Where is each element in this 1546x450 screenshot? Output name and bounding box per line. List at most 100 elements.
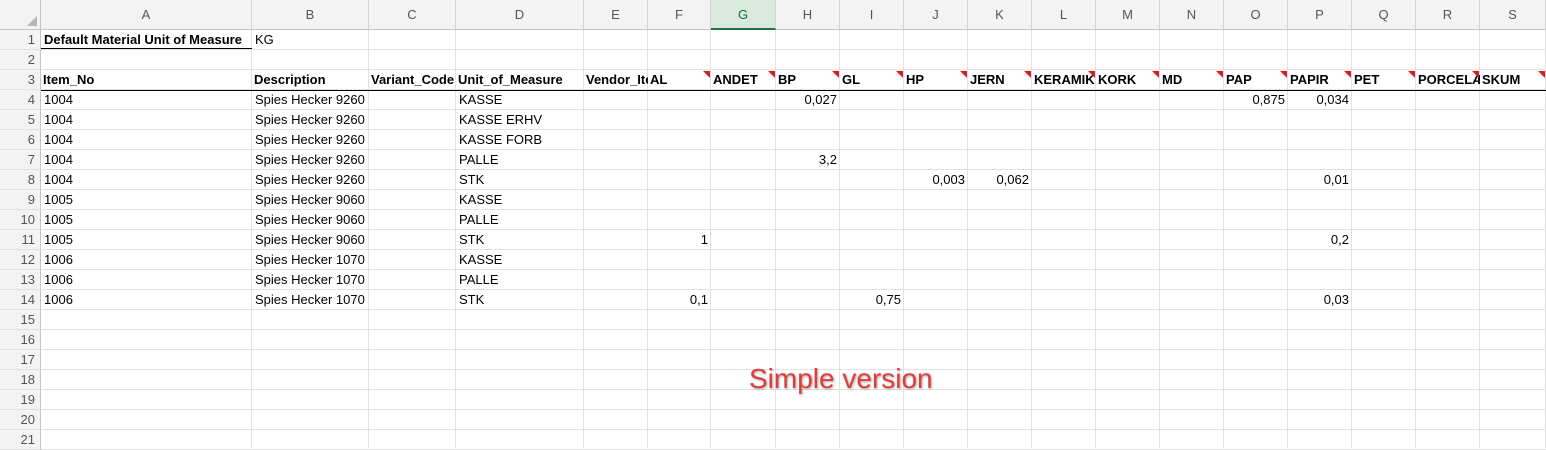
column-header-c[interactable]: C — [369, 0, 456, 30]
description-cell[interactable]: Spies Hecker 1070 — [252, 250, 369, 270]
column-header-d[interactable]: D — [456, 0, 584, 30]
header-cell-md[interactable]: MD — [1160, 70, 1224, 90]
header-cell-al[interactable]: AL — [648, 70, 711, 90]
item-no-cell[interactable]: 1006 — [41, 290, 252, 310]
header-cell-gl[interactable]: GL — [840, 70, 904, 90]
column-header-g[interactable]: G — [711, 0, 776, 30]
column-header-h[interactable]: H — [776, 0, 840, 30]
value-cell-papir[interactable]: 0,03 — [1288, 290, 1352, 310]
row-header-20[interactable]: 20 — [0, 410, 41, 430]
unit-of-measure-cell[interactable]: PALLE — [456, 210, 584, 230]
row-header-2[interactable]: 2 — [0, 50, 41, 70]
row-header-15[interactable]: 15 — [0, 310, 41, 330]
header-cell-pap[interactable]: PAP — [1224, 70, 1288, 90]
row-header-13[interactable]: 13 — [0, 270, 41, 290]
item-no-cell[interactable]: 1006 — [41, 270, 252, 290]
value-cell-jern[interactable]: 0,062 — [968, 170, 1032, 190]
row-header-17[interactable]: 17 — [0, 350, 41, 370]
value-cell-bp[interactable]: 3,2 — [776, 150, 840, 170]
header-cell-description[interactable]: Description — [252, 70, 369, 90]
description-cell[interactable]: Spies Hecker 9260 — [252, 150, 369, 170]
column-header-a[interactable]: A — [41, 0, 252, 30]
description-cell[interactable]: Spies Hecker 1070 — [252, 290, 369, 310]
item-no-cell[interactable]: 1004 — [41, 150, 252, 170]
item-no-cell[interactable]: 1004 — [41, 130, 252, 150]
row-header-14[interactable]: 14 — [0, 290, 41, 310]
unit-of-measure-cell[interactable]: KASSE — [456, 250, 584, 270]
row-header-6[interactable]: 6 — [0, 130, 41, 150]
header-cell-papir[interactable]: PAPIR — [1288, 70, 1352, 90]
unit-of-measure-cell[interactable]: STK — [456, 290, 584, 310]
header-cell-andet[interactable]: ANDET — [711, 70, 776, 90]
unit-of-measure-cell[interactable]: STK — [456, 230, 584, 250]
value-cell-gl[interactable]: 0,75 — [840, 290, 904, 310]
row-header-19[interactable]: 19 — [0, 390, 41, 410]
column-header-l[interactable]: L — [1032, 0, 1096, 30]
value-cell-al[interactable]: 0,1 — [648, 290, 711, 310]
description-cell[interactable]: Spies Hecker 9260 — [252, 110, 369, 130]
value-cell-papir[interactable]: 0,2 — [1288, 230, 1352, 250]
column-header-q[interactable]: Q — [1352, 0, 1416, 30]
row-header-8[interactable]: 8 — [0, 170, 41, 190]
unit-of-measure-cell[interactable]: PALLE — [456, 150, 584, 170]
row-header-7[interactable]: 7 — [0, 150, 41, 170]
item-no-cell[interactable]: 1004 — [41, 170, 252, 190]
row-header-9[interactable]: 9 — [0, 190, 41, 210]
meta-label-cell[interactable]: Default Material Unit of Measure — [41, 30, 252, 50]
row-header-5[interactable]: 5 — [0, 110, 41, 130]
column-header-e[interactable]: E — [584, 0, 648, 30]
column-header-o[interactable]: O — [1224, 0, 1288, 30]
row-header-18[interactable]: 18 — [0, 370, 41, 390]
header-cell-unit-of-measure[interactable]: Unit_of_Measure — [456, 70, 584, 90]
column-header-b[interactable]: B — [252, 0, 369, 30]
value-cell-papir[interactable]: 0,034 — [1288, 90, 1352, 110]
column-header-i[interactable]: I — [840, 0, 904, 30]
column-header-m[interactable]: M — [1096, 0, 1160, 30]
value-cell-bp[interactable]: 0,027 — [776, 90, 840, 110]
column-header-r[interactable]: R — [1416, 0, 1480, 30]
select-all-corner[interactable] — [0, 0, 41, 30]
header-cell-pet[interactable]: PET — [1352, 70, 1416, 90]
header-cell-item-no[interactable]: Item_No — [41, 70, 252, 90]
unit-of-measure-cell[interactable]: KASSE ERHV — [456, 110, 584, 130]
row-header-1[interactable]: 1 — [0, 30, 41, 50]
description-cell[interactable]: Spies Hecker 9260 — [252, 90, 369, 110]
item-no-cell[interactable]: 1005 — [41, 190, 252, 210]
column-header-n[interactable]: N — [1160, 0, 1224, 30]
item-no-cell[interactable]: 1005 — [41, 210, 252, 230]
column-header-s[interactable]: S — [1480, 0, 1546, 30]
column-header-p[interactable]: P — [1288, 0, 1352, 30]
header-cell-variant-code[interactable]: Variant_Code — [369, 70, 456, 90]
meta-value-cell[interactable]: KG — [252, 30, 369, 50]
header-cell-hp[interactable]: HP — [904, 70, 968, 90]
item-no-cell[interactable]: 1005 — [41, 230, 252, 250]
row-header-10[interactable]: 10 — [0, 210, 41, 230]
header-cell-porcel-n[interactable]: PORCELÆN — [1416, 70, 1480, 90]
row-header-11[interactable]: 11 — [0, 230, 41, 250]
column-header-f[interactable]: F — [648, 0, 711, 30]
row-header-4[interactable]: 4 — [0, 90, 41, 110]
header-cell-jern[interactable]: JERN — [968, 70, 1032, 90]
unit-of-measure-cell[interactable]: PALLE — [456, 270, 584, 290]
description-cell[interactable]: Spies Hecker 9260 — [252, 130, 369, 150]
header-cell-vendor-item-no[interactable]: Vendor_Item_No — [584, 70, 648, 90]
row-header-3[interactable]: 3 — [0, 70, 41, 90]
column-header-j[interactable]: J — [904, 0, 968, 30]
header-cell-keramik[interactable]: KERAMIK — [1032, 70, 1096, 90]
unit-of-measure-cell[interactable]: KASSE — [456, 190, 584, 210]
column-header-k[interactable]: K — [968, 0, 1032, 30]
unit-of-measure-cell[interactable]: STK — [456, 170, 584, 190]
description-cell[interactable]: Spies Hecker 9060 — [252, 230, 369, 250]
unit-of-measure-cell[interactable]: KASSE — [456, 90, 584, 110]
value-cell-hp[interactable]: 0,003 — [904, 170, 968, 190]
description-cell[interactable]: Spies Hecker 1070 — [252, 270, 369, 290]
description-cell[interactable]: Spies Hecker 9260 — [252, 170, 369, 190]
header-cell-bp[interactable]: BP — [776, 70, 840, 90]
value-cell-pap[interactable]: 0,875 — [1224, 90, 1288, 110]
value-cell-al[interactable]: 1 — [648, 230, 711, 250]
header-cell-kork[interactable]: KORK — [1096, 70, 1160, 90]
row-header-16[interactable]: 16 — [0, 330, 41, 350]
unit-of-measure-cell[interactable]: KASSE FORB — [456, 130, 584, 150]
description-cell[interactable]: Spies Hecker 9060 — [252, 210, 369, 230]
item-no-cell[interactable]: 1004 — [41, 110, 252, 130]
